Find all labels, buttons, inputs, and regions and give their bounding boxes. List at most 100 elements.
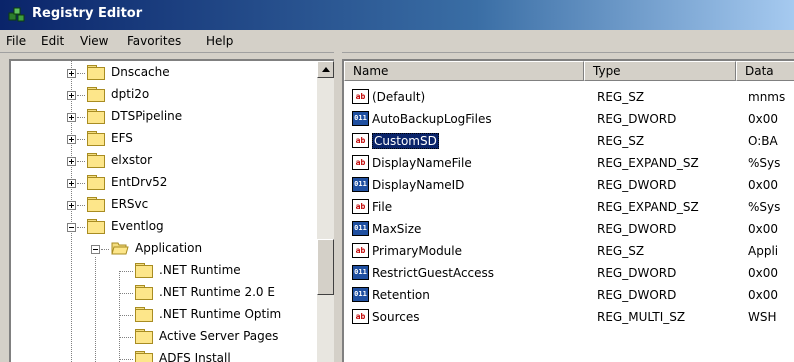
tree-node[interactable]: EFS	[11, 129, 311, 149]
expand-icon[interactable]	[67, 201, 76, 210]
tree-node[interactable]: elxstor	[11, 151, 311, 171]
collapse-icon[interactable]	[91, 245, 100, 254]
expand-icon[interactable]	[67, 113, 76, 122]
registry-icon	[8, 7, 25, 22]
tree-node[interactable]: DTSPipeline	[11, 107, 311, 127]
column-header-data[interactable]: Data	[736, 61, 794, 81]
tree-node[interactable]: EntDrv52	[11, 173, 311, 193]
value-data: 0x00	[748, 288, 779, 302]
title-bar: Registry Editor	[0, 0, 794, 30]
menu-edit[interactable]: Edit	[41, 34, 64, 48]
expand-icon[interactable]	[67, 179, 76, 188]
value-row[interactable]: ab (Default) REG_SZ mnms	[344, 87, 794, 107]
values-list-pane[interactable]: Name Type Data ab (Default) REG_SZ mnms …	[342, 59, 794, 362]
value-type: REG_DWORD	[597, 178, 677, 192]
value-row[interactable]: 011 RestrictGuestAccess REG_DWORD 0x00	[344, 263, 794, 283]
value-row[interactable]: 011 MaxSize REG_DWORD 0x00	[344, 219, 794, 239]
value-row[interactable]: ab Sources REG_MULTI_SZ WSH	[344, 307, 794, 327]
value-data: mnms	[748, 90, 786, 104]
folder-icon	[135, 307, 153, 322]
tree-node[interactable]: Active Server Pages	[11, 327, 311, 347]
string-value-icon: ab	[352, 199, 369, 214]
string-value-icon: ab	[352, 89, 369, 104]
tree-node-application[interactable]: Application	[11, 239, 311, 259]
collapse-icon[interactable]	[67, 223, 76, 232]
folder-icon	[87, 65, 105, 80]
expand-icon[interactable]	[67, 69, 76, 78]
tree-node[interactable]: dpti2o	[11, 85, 311, 105]
value-row[interactable]: 011 Retention REG_DWORD 0x00	[344, 285, 794, 305]
menu-view[interactable]: View	[80, 34, 108, 48]
folder-icon	[135, 329, 153, 344]
value-data: 0x00	[748, 266, 779, 280]
folder-icon	[135, 285, 153, 300]
tree-node[interactable]: ADFS Install	[11, 349, 311, 362]
tree-node[interactable]: .NET Runtime Optim	[11, 305, 311, 325]
expand-icon[interactable]	[67, 135, 76, 144]
value-data: %Sys	[748, 156, 781, 170]
binary-value-icon: 011	[352, 265, 369, 280]
string-value-icon: ab	[352, 133, 369, 148]
value-row[interactable]: ab PrimaryModule REG_SZ Appli	[344, 241, 794, 261]
expand-icon[interactable]	[67, 91, 76, 100]
value-row[interactable]: ab File REG_EXPAND_SZ %Sys	[344, 197, 794, 217]
tree-node-label: elxstor	[111, 153, 153, 167]
value-type: REG_DWORD	[597, 266, 677, 280]
value-row[interactable]: 011 DisplayNameID REG_DWORD 0x00	[344, 175, 794, 195]
menu-file[interactable]: File	[6, 34, 26, 48]
value-data: Appli	[748, 244, 779, 258]
value-type: REG_EXPAND_SZ	[597, 200, 699, 214]
tree-node-label: dpti2o	[111, 87, 150, 101]
value-type: REG_SZ	[597, 134, 645, 148]
scroll-up-button[interactable]	[317, 61, 334, 78]
binary-value-icon: 011	[352, 111, 369, 126]
folder-icon	[135, 351, 153, 362]
menu-help[interactable]: Help	[206, 34, 233, 48]
scroll-thumb[interactable]	[317, 239, 334, 295]
tree-node-label: EFS	[111, 131, 133, 145]
folder-icon	[87, 131, 105, 146]
tree-node[interactable]: .NET Runtime	[11, 261, 311, 281]
value-name: DisplayNameFile	[372, 156, 472, 170]
tree-node-label: EntDrv52	[111, 175, 168, 189]
tree-node[interactable]: Dnscache	[11, 63, 311, 83]
value-type: REG_SZ	[597, 90, 645, 104]
tree-node-label: Dnscache	[111, 65, 170, 79]
value-name: Sources	[372, 310, 420, 324]
value-name: File	[372, 200, 393, 214]
tree-node-label: DTSPipeline	[111, 109, 183, 123]
value-type: REG_SZ	[597, 244, 645, 258]
value-row-selected[interactable]: ab CustomSD REG_SZ O:BA	[344, 131, 794, 151]
folder-icon	[87, 153, 105, 168]
open-folder-icon	[111, 242, 129, 255]
value-data: %Sys	[748, 200, 781, 214]
tree-node-label: .NET Runtime 2.0 E	[159, 285, 275, 299]
expand-icon[interactable]	[67, 157, 76, 166]
tree-node[interactable]: .NET Runtime 2.0 E	[11, 283, 311, 303]
value-name: DisplayNameID	[372, 178, 465, 192]
string-value-icon: ab	[352, 155, 369, 170]
value-row[interactable]: 011 AutoBackupLogFiles REG_DWORD 0x00	[344, 109, 794, 129]
folder-icon	[87, 197, 105, 212]
key-tree-pane[interactable]: Dnscache dpti2o DTSPipeline EFS elxstor …	[9, 59, 334, 362]
menu-bar: File Edit View Favorites Help	[0, 30, 794, 53]
menu-favorites[interactable]: Favorites	[127, 34, 181, 48]
tree-node[interactable]: ERSvc	[11, 195, 311, 215]
binary-value-icon: 011	[352, 177, 369, 192]
pane-splitter[interactable]	[334, 52, 342, 362]
tree-scrollbar[interactable]	[317, 61, 334, 362]
value-name: Retention	[372, 288, 430, 302]
string-value-icon: ab	[352, 243, 369, 258]
binary-value-icon: 011	[352, 221, 369, 236]
column-header-type[interactable]: Type	[584, 61, 736, 81]
value-name: AutoBackupLogFiles	[372, 112, 492, 126]
value-row[interactable]: ab DisplayNameFile REG_EXPAND_SZ %Sys	[344, 153, 794, 173]
tree-node-label: Eventlog	[111, 219, 164, 233]
column-header-name[interactable]: Name	[344, 61, 584, 81]
tree-node-eventlog[interactable]: Eventlog	[11, 217, 311, 237]
folder-icon	[87, 109, 105, 124]
value-type: REG_DWORD	[597, 112, 677, 126]
folder-icon	[87, 87, 105, 102]
value-data: 0x00	[748, 178, 779, 192]
value-name: (Default)	[372, 90, 426, 104]
